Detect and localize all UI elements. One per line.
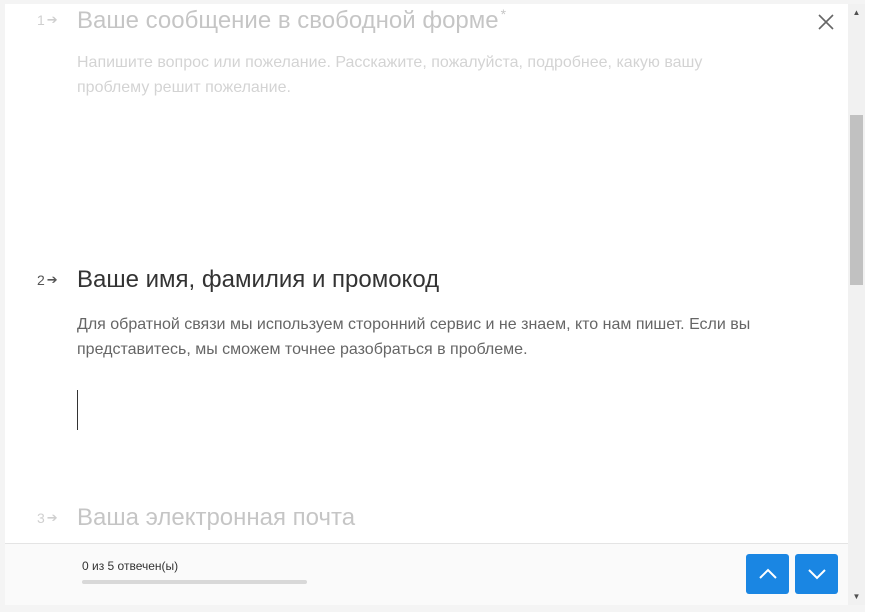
required-mark: *: [500, 6, 507, 22]
arrow-right-icon: ➔: [46, 272, 58, 287]
question-title: Ваше имя, фамилия и промокод: [77, 266, 440, 293]
chevron-up-icon: [758, 568, 777, 579]
scroll-up-arrow-icon[interactable]: ▲: [848, 4, 865, 21]
question-title: Ваше сообщение в свободной форме *: [77, 6, 507, 34]
question-description: Для обратной связи мы используем сторонн…: [77, 316, 751, 358]
previous-question-button[interactable]: [746, 554, 789, 594]
form-footer: 0 из 5 отвечен(ы): [5, 543, 848, 605]
vertical-scrollbar[interactable]: ▲ ▼: [848, 4, 865, 605]
question-number: 1 ➔: [37, 12, 58, 28]
progress-bar: [82, 580, 307, 584]
question-description: Напишите вопрос или пожелание. Расскажит…: [77, 54, 703, 96]
form-modal: 1 ➔ Ваше сообщение в свободной форме * На…: [5, 4, 848, 605]
background-page-edge: [865, 0, 874, 612]
close-icon[interactable]: [814, 10, 838, 34]
question-number: 2 ➔: [37, 272, 58, 288]
text-input-cursor[interactable]: [77, 390, 78, 430]
next-question-button[interactable]: [795, 554, 838, 594]
arrow-right-icon: ➔: [46, 510, 58, 525]
question-number: 3 ➔: [37, 510, 58, 526]
question-title: Ваша электронная почта: [77, 504, 356, 531]
scroll-down-arrow-icon[interactable]: ▼: [848, 588, 865, 605]
scrollbar-thumb[interactable]: [850, 115, 863, 285]
chevron-down-icon: [807, 569, 826, 580]
progress-label: 0 из 5 отвечен(ы): [82, 559, 179, 573]
arrow-right-icon: ➔: [46, 12, 58, 27]
